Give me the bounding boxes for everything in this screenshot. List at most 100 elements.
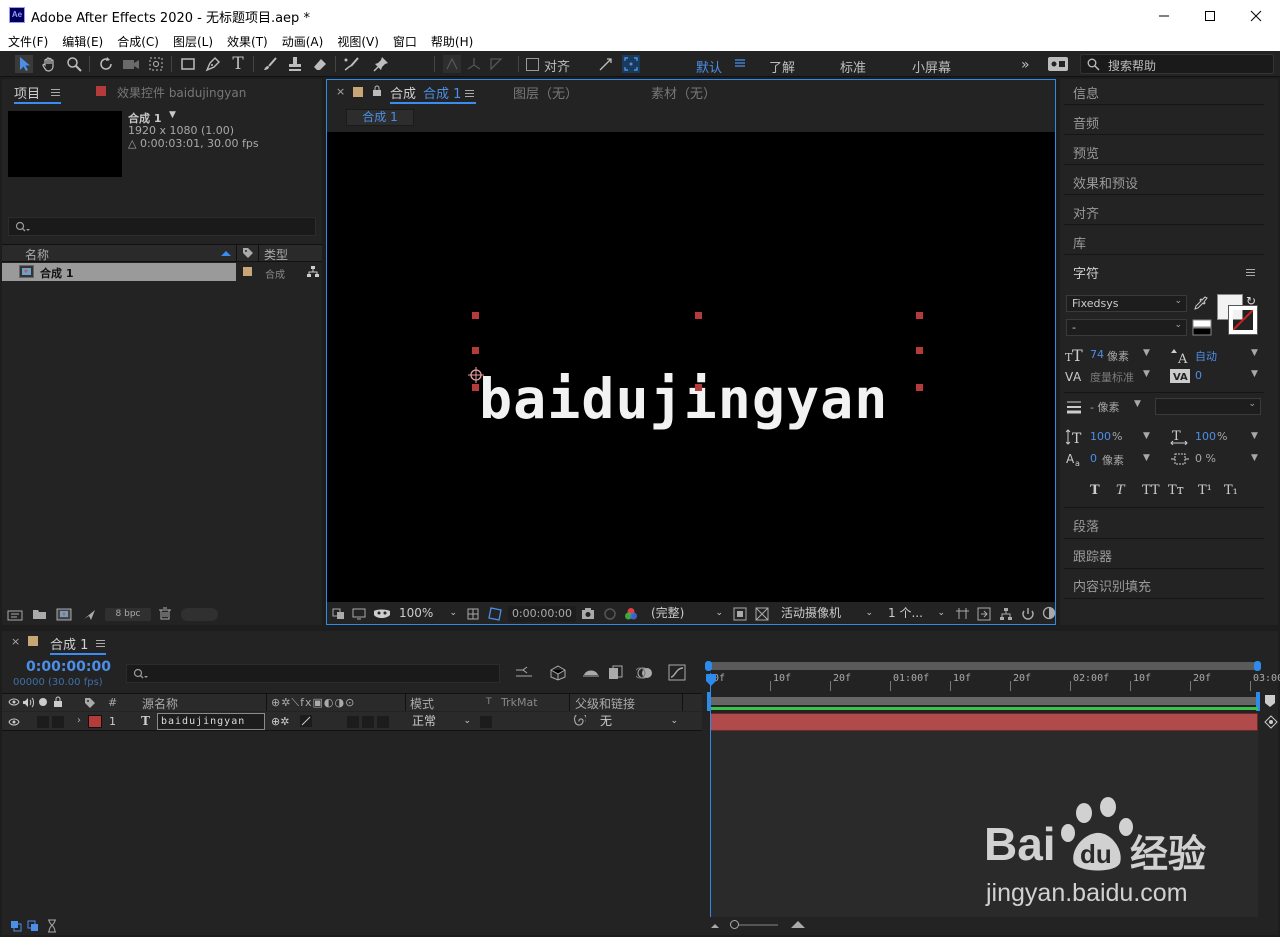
close-tab-icon[interactable]: × <box>336 85 345 98</box>
local-axis-mode-icon[interactable] <box>443 55 461 73</box>
sync-settings-icon[interactable] <box>1048 57 1068 71</box>
leading-value[interactable]: 自动 <box>1195 348 1217 364</box>
comp-marker-bin-icon[interactable] <box>1264 694 1276 708</box>
menu-composition[interactable]: 合成(C) <box>117 33 159 50</box>
bbox-handle-tr[interactable] <box>916 312 923 319</box>
solo-switch-icon[interactable] <box>39 698 47 706</box>
small-caps-button[interactable]: Tт <box>1168 483 1184 498</box>
layer-expand-icon[interactable]: › <box>77 715 81 726</box>
label-column-icon[interactable] <box>242 247 254 259</box>
project-item-row[interactable]: 合成 1 合成 <box>2 263 322 281</box>
parent-link-header[interactable]: 父级和链接 <box>575 695 635 712</box>
render-time-toggle-icon[interactable] <box>46 919 58 933</box>
tracker-panel-tab[interactable]: 跟踪器 <box>1073 546 1112 565</box>
effects-presets-panel-tab[interactable]: 效果和预设 <box>1073 173 1138 192</box>
lock-icon[interactable] <box>372 85 382 97</box>
no-color-swatch-icon[interactable] <box>1192 319 1212 336</box>
reset-exposure-icon[interactable] <box>1021 607 1035 621</box>
rotation-tool-icon[interactable] <box>97 55 115 73</box>
search-help-field[interactable]: 搜索帮助 <box>1080 54 1274 74</box>
workspace-default[interactable]: 默认 <box>696 57 722 76</box>
transfer-controls-toggle-icon[interactable] <box>27 920 39 932</box>
thumbnail-size-slider[interactable] <box>181 608 218 621</box>
work-area-navigator[interactable] <box>708 662 1258 670</box>
tracking-value[interactable]: 0 <box>1195 369 1202 382</box>
menu-animation[interactable]: 动画(A) <box>282 33 324 50</box>
frame-blending-icon[interactable] <box>608 665 626 681</box>
layer-shy-collapse-switches[interactable]: ⊕✲ <box>271 715 289 728</box>
channel-rgb-icon[interactable] <box>624 607 638 621</box>
eyedropper-icon[interactable] <box>1193 296 1209 312</box>
menu-edit[interactable]: 编辑(E) <box>62 33 103 50</box>
clone-stamp-tool-icon[interactable] <box>286 55 304 73</box>
pixel-aspect-icon[interactable] <box>955 607 970 620</box>
faux-italic-button[interactable]: T <box>1116 483 1125 498</box>
zoom-out-icon[interactable] <box>710 921 720 929</box>
graph-editor-icon[interactable] <box>668 664 686 681</box>
eraser-tool-icon[interactable] <box>311 55 329 73</box>
delete-item-icon[interactable] <box>159 607 171 620</box>
mode-header[interactable]: 模式 <box>410 695 434 712</box>
hand-tool-icon[interactable] <box>40 55 58 73</box>
bbox-handle-bc[interactable] <box>695 384 702 391</box>
current-time-display[interactable]: 0:00:00:00 <box>508 606 576 622</box>
show-snapshot-icon[interactable] <box>603 607 617 620</box>
character-panel-menu-icon[interactable] <box>1246 268 1255 277</box>
tsume-dropdown-icon[interactable]: ▼ <box>1251 453 1258 463</box>
layer-label-color[interactable] <box>88 715 102 728</box>
timeline-search-input[interactable] <box>126 664 500 683</box>
paragraph-panel-tab[interactable]: 段落 <box>1073 516 1099 535</box>
workspace-standard[interactable]: 标准 <box>840 57 866 76</box>
menu-help[interactable]: 帮助(H) <box>431 33 473 50</box>
pan-behind-tool-icon[interactable] <box>147 55 165 73</box>
project-search-input[interactable] <box>8 217 316 236</box>
workspace-menu-icon[interactable] <box>735 57 745 69</box>
parent-pickwhip-icon[interactable] <box>572 715 586 728</box>
comp-breadcrumb[interactable]: 合成 1 <box>346 109 414 126</box>
align-panel-tab[interactable]: 对齐 <box>1073 203 1099 222</box>
audio-panel-tab[interactable]: 音频 <box>1073 113 1099 132</box>
bbox-handle-tc[interactable] <box>695 312 702 319</box>
content-aware-fill-panel-tab[interactable]: 内容识别填充 <box>1073 576 1151 595</box>
layer-lock-box[interactable] <box>52 716 64 728</box>
type-tool-icon[interactable]: T <box>229 54 247 74</box>
vertical-scale-dropdown-icon[interactable]: ▼ <box>1143 431 1150 441</box>
layer-adjustment-box[interactable] <box>362 716 374 728</box>
bit-depth-button[interactable]: 8 bpc <box>105 608 151 621</box>
stroke-color-swatch[interactable] <box>1228 305 1258 335</box>
text-layer-duration-bar[interactable] <box>710 713 1258 731</box>
kerning-dropdown-icon[interactable]: ▼ <box>1143 369 1150 379</box>
maximize-button[interactable] <box>1187 0 1233 31</box>
roto-brush-tool-icon[interactable] <box>343 55 361 73</box>
layer-switches-toggle-icon[interactable] <box>10 920 22 932</box>
fast-preview-icon[interactable] <box>733 607 747 621</box>
preview-panel-tab[interactable]: 预览 <box>1073 143 1099 162</box>
zoom-in-icon[interactable] <box>790 919 806 929</box>
horizontal-scale-value[interactable]: 100 <box>1195 430 1216 443</box>
grid-guides-icon[interactable] <box>466 607 480 621</box>
composition-tab[interactable]: 合成 1 <box>423 83 461 102</box>
close-window-button[interactable] <box>1233 0 1279 31</box>
swap-colors-icon[interactable]: ↻ <box>1246 294 1256 308</box>
resolution-dropdown[interactable]: (完整) ⌄ <box>647 604 727 623</box>
info-panel-tab[interactable]: 信息 <box>1073 83 1099 102</box>
tsume-value[interactable]: 0 % <box>1195 452 1216 465</box>
snapshot-icon[interactable] <box>581 607 595 620</box>
baseline-shift-value[interactable]: 0 <box>1090 452 1097 465</box>
vertical-scale-value[interactable]: 100 <box>1090 430 1111 443</box>
trkmat-header[interactable]: TrkMat <box>501 696 538 709</box>
bbox-handle-tl[interactable] <box>472 312 479 319</box>
new-composition-icon[interactable] <box>56 608 72 621</box>
anchor-point-icon[interactable] <box>467 366 485 384</box>
lock-switch-icon[interactable] <box>53 696 63 708</box>
canvas-text-layer[interactable]: baidujingyan <box>479 367 925 431</box>
world-axis-mode-icon[interactable] <box>465 55 483 73</box>
type-column-header[interactable]: 类型 <box>264 246 288 263</box>
kerning-value[interactable]: 度量标准 <box>1090 369 1134 385</box>
bbox-handle-br[interactable] <box>916 384 923 391</box>
menu-effect[interactable]: 效果(T) <box>227 33 268 50</box>
timeline-tab-menu-icon[interactable] <box>96 639 105 648</box>
font-style-dropdown[interactable]: - ⌄ <box>1066 319 1187 336</box>
comp-info-dropdown-icon[interactable]: ▼ <box>169 110 176 120</box>
faux-bold-button[interactable]: T <box>1090 483 1100 498</box>
